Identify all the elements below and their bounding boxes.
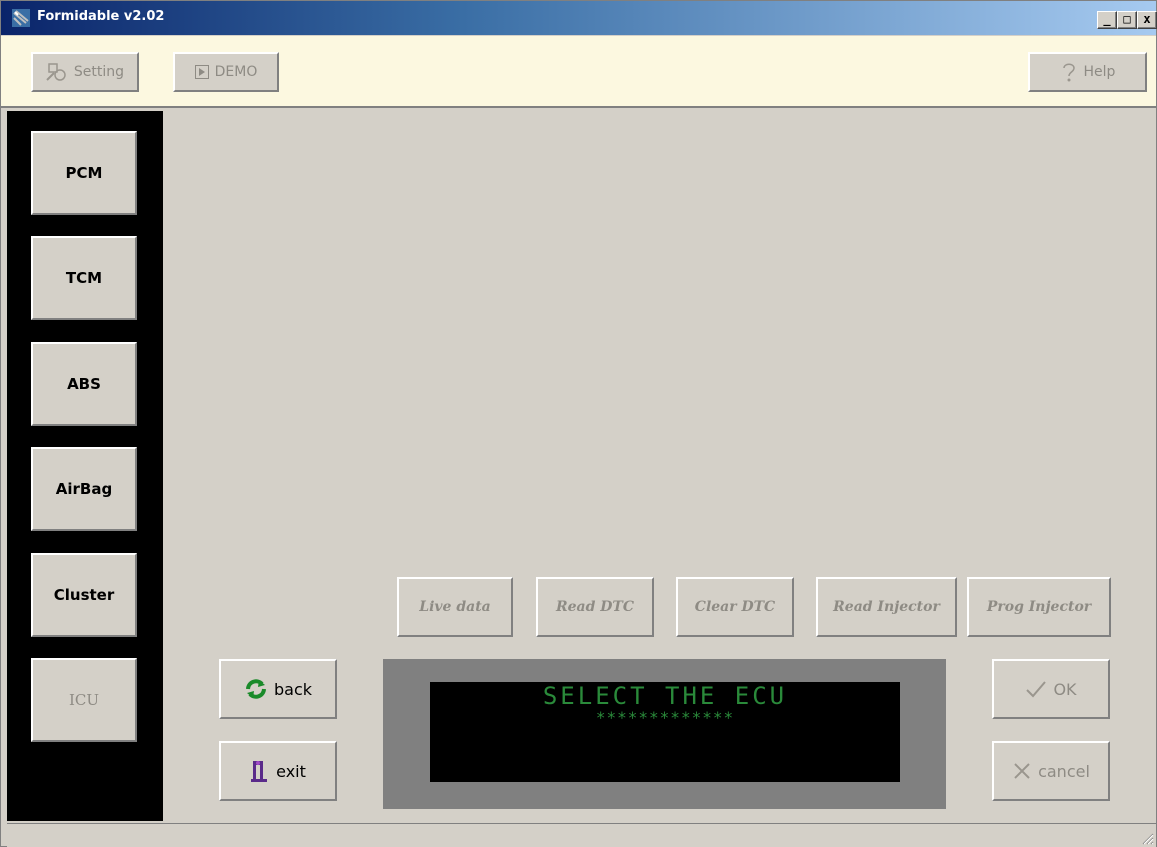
live-data-button[interactable]: Live data (397, 577, 513, 637)
ecu-sidebar: PCM TCM ABS AirBag Cluster ICU (7, 111, 163, 821)
help-label: Help (1083, 64, 1116, 80)
prog-injector-button[interactable]: Prog Injector (967, 577, 1111, 637)
cancel-label: cancel (1038, 761, 1090, 781)
demo-button[interactable]: DEMO (173, 52, 279, 92)
back-label: back (273, 679, 313, 699)
exit-door-icon (251, 761, 268, 782)
sidebar-item-abs[interactable]: ABS (31, 342, 137, 426)
display-frame: SELECT THE ECU ************* (383, 659, 946, 809)
window-title: Formidable v2.02 (37, 9, 165, 24)
back-button[interactable]: back (219, 659, 337, 719)
sidebar-item-pcm[interactable]: PCM (31, 131, 137, 215)
minimize-button[interactable]: _ (1097, 11, 1117, 29)
maximize-button[interactable]: □ (1117, 11, 1137, 29)
resize-grip-icon[interactable] (1140, 831, 1154, 845)
read-injector-button[interactable]: Read Injector (816, 577, 957, 637)
title-bar[interactable]: Formidable v2.02 _ □ x (1, 1, 1157, 35)
toolbar: Setting DEMO Help (1, 36, 1156, 108)
sidebar-item-icu[interactable]: ICU (31, 658, 137, 742)
status-bar (7, 823, 1156, 847)
app-window: Formidable v2.02 _ □ x Setting DEMO Help… (0, 0, 1157, 847)
cancel-button[interactable]: cancel (992, 741, 1110, 801)
exit-label: exit (276, 761, 306, 781)
display-message: SELECT THE ECU (542, 682, 788, 710)
read-dtc-button[interactable]: Read DTC (536, 577, 654, 637)
setting-label: Setting (73, 64, 125, 80)
help-button[interactable]: Help (1028, 52, 1147, 92)
demo-label: DEMO (214, 64, 258, 80)
clear-dtc-button[interactable]: Clear DTC (676, 577, 794, 637)
sidebar-item-airbag[interactable]: AirBag (31, 447, 137, 531)
app-icon (12, 9, 30, 27)
close-button[interactable]: x (1137, 11, 1157, 29)
ok-label: OK (1053, 679, 1077, 699)
cancel-x-icon (1014, 763, 1030, 779)
refresh-icon (245, 679, 266, 699)
exit-button[interactable]: exit (219, 741, 337, 801)
display-stars: ************* (595, 708, 735, 727)
setting-icon (46, 63, 66, 81)
help-icon (1062, 63, 1075, 82)
setting-button[interactable]: Setting (31, 52, 139, 92)
play-icon (194, 65, 209, 79)
check-icon (1026, 681, 1047, 698)
ok-button[interactable]: OK (992, 659, 1110, 719)
sidebar-item-tcm[interactable]: TCM (31, 236, 137, 320)
status-display: SELECT THE ECU ************* (430, 682, 900, 782)
sidebar-item-cluster[interactable]: Cluster (31, 553, 137, 637)
